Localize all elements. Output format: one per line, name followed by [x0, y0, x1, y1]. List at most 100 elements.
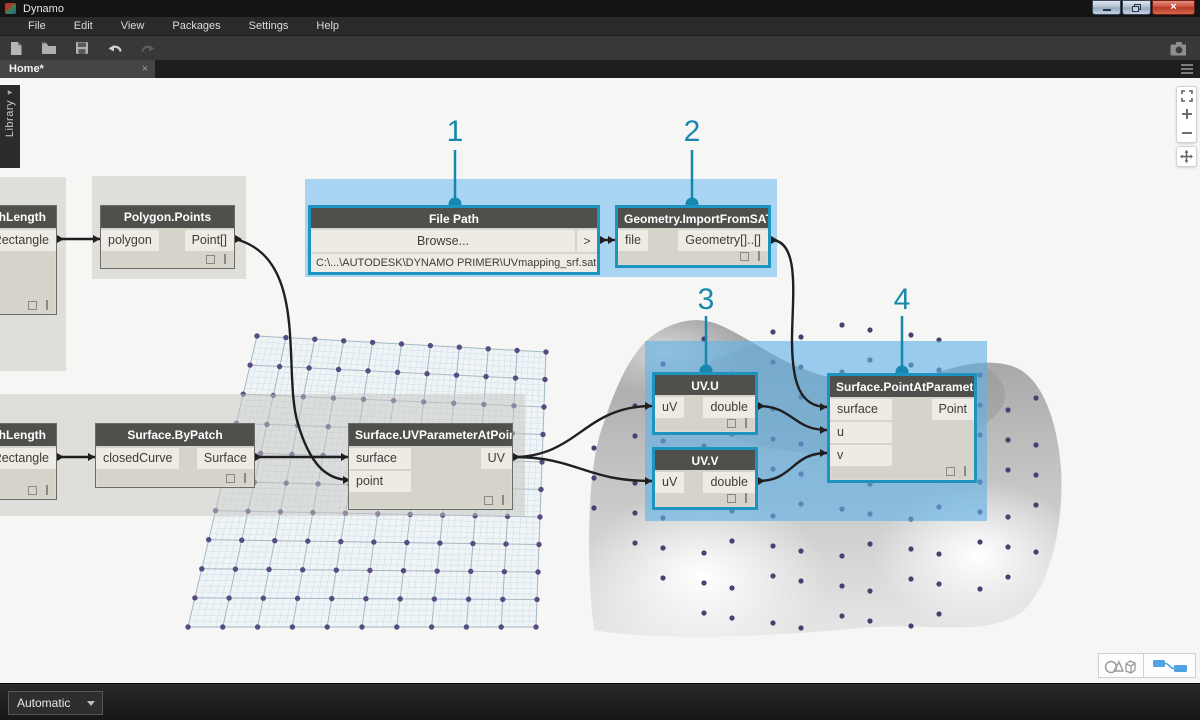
output-port-double[interactable]: double	[703, 397, 755, 418]
node-surface-uvparameteratpoint[interactable]: Surface.UVParameterAtPoint surface UV po…	[348, 423, 513, 510]
node-header[interactable]: Surface.UVParameterAtPoint	[349, 424, 512, 446]
node-header[interactable]: Rectangle.ByWidthLength	[0, 206, 56, 228]
input-port-surface[interactable]: surface	[349, 448, 411, 469]
callout-number-4: 4	[894, 283, 911, 316]
menu-packages[interactable]: Packages	[158, 17, 234, 36]
node-surface-pointatparameter[interactable]: Surface.PointAtParameter surface Point u…	[827, 373, 977, 483]
preview-checkbox[interactable]	[946, 466, 955, 476]
node-header[interactable]: Polygon.Points	[101, 206, 234, 228]
geometry-view-toggle[interactable]	[1098, 653, 1143, 678]
input-port-surface[interactable]: surface	[830, 399, 892, 420]
lacing-indicator[interactable]	[502, 495, 504, 505]
output-port-double[interactable]: double	[703, 472, 755, 493]
input-port-file[interactable]: file	[618, 230, 648, 251]
node-header[interactable]: Surface.PointAtParameter	[830, 376, 974, 397]
output-port-rectangle[interactable]: Rectangle	[0, 448, 56, 469]
preview-checkbox[interactable]	[484, 495, 493, 505]
new-file-icon[interactable]	[8, 40, 24, 56]
open-icon[interactable]	[41, 40, 57, 56]
tab-menu-icon[interactable]	[1181, 64, 1193, 74]
node-uv-v[interactable]: UV.V uV double	[652, 447, 758, 510]
lacing-indicator[interactable]	[758, 251, 760, 261]
node-surface-bypatch[interactable]: Surface.ByPatch closedCurve Surface	[95, 423, 255, 488]
preview-checkbox[interactable]	[28, 300, 37, 310]
preview-checkbox[interactable]	[740, 251, 749, 261]
dynamo-window: Dynamo × File Edit View Packages Setting…	[0, 0, 1200, 720]
lacing-indicator[interactable]	[244, 473, 246, 483]
output-port-points[interactable]: Point[]	[184, 230, 234, 251]
toolbar	[0, 36, 1200, 60]
redo-icon[interactable]	[140, 40, 156, 56]
lacing-indicator[interactable]	[745, 418, 747, 428]
library-panel-tab[interactable]: ▶ Library	[0, 85, 20, 168]
node-file-path[interactable]: File Path Browse... > C:\...\AUTODESK\DY…	[308, 205, 600, 275]
geometry-view-icon	[1104, 659, 1136, 674]
zoom-out-icon[interactable]	[1180, 126, 1193, 139]
input-port-v[interactable]: v	[830, 445, 892, 466]
node-header[interactable]: UV.U	[655, 375, 755, 395]
preview-checkbox[interactable]	[727, 493, 736, 503]
input-port-u[interactable]: u	[830, 422, 892, 443]
workspace-canvas[interactable]: 1 2 3 4 ▶ Library Rectangle.ByWidthLengt…	[0, 78, 1200, 683]
zoom-controls	[1176, 86, 1197, 143]
restore-button[interactable]	[1122, 0, 1151, 15]
output-port-rectangle[interactable]: Rectangle	[0, 230, 56, 251]
fit-view-icon[interactable]	[1180, 90, 1193, 103]
input-port-polygon[interactable]: polygon	[101, 230, 159, 251]
input-port-point[interactable]: point	[349, 471, 411, 492]
graph-view-icon	[1152, 659, 1187, 672]
menu-settings[interactable]: Settings	[235, 17, 303, 36]
tab-home[interactable]: Home* ×	[0, 60, 155, 78]
zoom-in-icon[interactable]	[1180, 108, 1193, 121]
output-port-point[interactable]: Point	[931, 399, 974, 420]
node-polygon-points[interactable]: Polygon.Points polygon Point[]	[100, 205, 235, 269]
minimize-button[interactable]	[1092, 0, 1121, 15]
dynamo-logo-icon	[5, 3, 16, 14]
callout-number-2: 2	[684, 115, 701, 148]
lacing-indicator[interactable]	[46, 485, 48, 495]
output-port-uv[interactable]: UV	[480, 448, 512, 469]
node-rectangle-bywidthlength-bottom[interactable]: Rectangle.ByWidthLength Rectangle	[0, 423, 57, 500]
tab-home-label: Home*	[9, 63, 44, 75]
close-button[interactable]: ×	[1152, 0, 1195, 15]
menu-help[interactable]: Help	[302, 17, 353, 36]
undo-icon[interactable]	[107, 40, 123, 56]
input-port-closedcurve[interactable]: closedCurve	[96, 448, 180, 469]
chevron-button[interactable]: >	[577, 230, 597, 253]
menu-view[interactable]: View	[107, 17, 159, 36]
preview-checkbox[interactable]	[28, 485, 37, 495]
preview-checkbox[interactable]	[727, 418, 736, 428]
output-port-surface[interactable]: Surface	[196, 448, 254, 469]
input-port-uv[interactable]: uV	[655, 397, 685, 418]
node-geometry-importfromsat[interactable]: Geometry.ImportFromSAT file Geometry[]..…	[615, 205, 771, 268]
run-mode-dropdown[interactable]: Automatic	[8, 691, 103, 715]
pan-icon[interactable]	[1180, 150, 1193, 163]
graph-view-toggle[interactable]	[1143, 653, 1196, 678]
callout-number-3: 3	[698, 283, 715, 316]
canvas-background: 1 2 3 4	[0, 115, 1062, 637]
menu-edit[interactable]: Edit	[60, 17, 107, 36]
lacing-indicator[interactable]	[224, 254, 226, 264]
node-header[interactable]: Geometry.ImportFromSAT	[618, 208, 768, 228]
node-header[interactable]: Rectangle.ByWidthLength	[0, 424, 56, 446]
save-icon[interactable]	[74, 40, 90, 56]
camera-icon[interactable]	[1170, 40, 1186, 56]
tab-close-icon[interactable]: ×	[142, 63, 148, 75]
node-header[interactable]: File Path	[311, 208, 597, 229]
lacing-indicator[interactable]	[745, 493, 747, 503]
node-rectangle-bywidthlength-top[interactable]: Rectangle.ByWidthLength Rectangle	[0, 205, 57, 315]
menu-file[interactable]: File	[14, 17, 60, 36]
file-path-value: C:\...\AUTODESK\DYNAMO PRIMER\UVmapping_…	[311, 254, 597, 272]
lacing-indicator[interactable]	[964, 466, 966, 476]
status-bar: Automatic	[0, 683, 1200, 720]
lacing-indicator[interactable]	[46, 300, 48, 310]
browse-button[interactable]: Browse...	[311, 230, 575, 253]
node-header[interactable]: UV.V	[655, 450, 755, 470]
input-port-uv[interactable]: uV	[655, 472, 685, 493]
preview-checkbox[interactable]	[226, 473, 235, 483]
node-uv-u[interactable]: UV.U uV double	[652, 372, 758, 435]
node-header[interactable]: Surface.ByPatch	[96, 424, 254, 446]
chevron-down-icon	[87, 700, 95, 706]
preview-checkbox[interactable]	[206, 254, 215, 264]
output-port-geometry[interactable]: Geometry[]..[]	[678, 230, 768, 251]
